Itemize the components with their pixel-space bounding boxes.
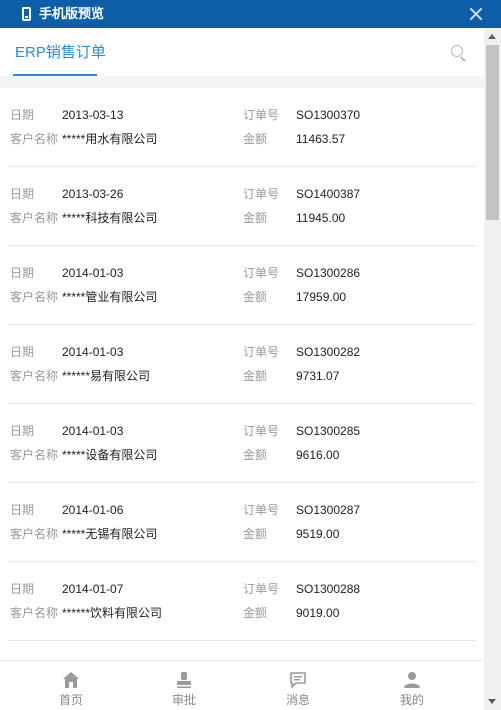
- page-header: ERP销售订单: [0, 28, 484, 76]
- date-label: 日期: [10, 108, 35, 122]
- customer-label: 客户名称: [10, 132, 59, 146]
- order-number: SO1300282: [296, 345, 361, 359]
- date-label: 日期: [10, 424, 35, 438]
- home-icon: [63, 672, 79, 688]
- order-list-item[interactable]: 日期 2013-03-13 订单号 SO1300370 客户名称 *****用水有限公司 金…: [0, 88, 484, 167]
- date-label: 日期: [10, 503, 35, 517]
- customer-label: 客户名称: [10, 369, 59, 383]
- date-label: 日期: [10, 266, 35, 280]
- order-list-item[interactable]: 日期 2014-01-07 订单号 SO1300288 客户名称 ******饮料有限公司…: [0, 562, 484, 641]
- nav-home-label: 首页: [58, 693, 83, 707]
- nav-mine-label: 我的: [399, 693, 424, 707]
- order-date: 2014-01-07: [62, 582, 124, 596]
- order-list-item[interactable]: 日期 2014-01-06 订单号 SO1300287 客户名称 *****无锡有限公司 金…: [0, 483, 484, 562]
- vertical-scrollbar[interactable]: [484, 28, 501, 710]
- customer-label: 客户名称: [10, 211, 59, 225]
- order-list: 日期 2013-03-13 订单号 SO1300370 客户名称 *****用水有限公司金…: [0, 88, 484, 641]
- order-date: 2014-01-03: [62, 266, 124, 280]
- order-list-item[interactable]: 日期 2014-01-03 订单号 SO1300286 客户名称 *****管业有限公司 金…: [0, 246, 484, 325]
- amount-label: 金额: [243, 448, 268, 462]
- window-title: 手机版预览: [39, 6, 105, 21]
- order-number: SO1300286: [296, 266, 361, 280]
- order-number: SO1300288: [296, 582, 361, 596]
- order-number: SO1300285: [296, 424, 361, 438]
- nav-approval[interactable]: 审批: [154, 661, 214, 710]
- order-number: SO1300370: [296, 108, 361, 122]
- customer-name: ******易有限公司: [62, 369, 151, 383]
- order-list-item[interactable]: 日期 2014-01-03 订单号 SO1300282 客户名称 ******易有限公司 金…: [0, 325, 484, 404]
- customer-name: *****科技有限公司: [62, 211, 158, 225]
- order-amount: 11463.57: [296, 132, 346, 146]
- order-amount: 9731.07: [296, 369, 340, 383]
- scroll-up-icon[interactable]: [488, 34, 496, 39]
- order-amount: 9616.00: [296, 448, 340, 462]
- order-date: 2014-01-06: [62, 503, 124, 517]
- date-label: 日期: [10, 345, 35, 359]
- nav-messages[interactable]: 消息: [268, 661, 328, 710]
- order-date: 2013-03-13: [62, 108, 124, 122]
- amount-label: 金额: [243, 132, 268, 146]
- nav-messages-label: 消息: [285, 693, 310, 707]
- order-no-label: 订单号: [243, 424, 280, 438]
- order-number: SO1300287: [296, 503, 361, 517]
- order-amount: 17959.00: [296, 290, 347, 304]
- customer-name: *****用水有限公司: [62, 132, 158, 146]
- order-amount: 9519.00: [296, 527, 340, 541]
- date-label: 日期: [10, 187, 35, 201]
- customer-label: 客户名称: [10, 290, 59, 304]
- order-no-label: 订单号: [243, 266, 280, 280]
- preview-window: 手机版预览 ERP销售订单 日期 2013-03-13 订单号 SO1300370 客户…: [0, 0, 501, 710]
- customer-name: *****设备有限公司: [62, 448, 158, 462]
- order-no-label: 订单号: [243, 108, 280, 122]
- customer-label: 客户名称: [10, 448, 59, 462]
- amount-label: 金额: [243, 211, 268, 225]
- order-date: 2013-03-26: [62, 187, 124, 201]
- order-no-label: 订单号: [243, 187, 280, 201]
- customer-name: *****管业有限公司: [62, 290, 158, 304]
- date-label: 日期: [10, 582, 35, 596]
- user-icon: [404, 672, 420, 688]
- order-date: 2014-01-03: [62, 345, 124, 359]
- order-amount: 11945.00: [296, 211, 346, 225]
- mobile-phone-icon: [22, 7, 31, 21]
- amount-label: 金额: [243, 606, 268, 620]
- nav-approval-label: 审批: [171, 693, 196, 707]
- order-no-label: 订单号: [243, 503, 280, 517]
- tab-erp-sales-order[interactable]: ERP销售订单: [15, 44, 106, 62]
- order-list-item[interactable]: 日期 2013-03-26 订单号 SO1400387 客户名称 *****科技有限公司 金…: [0, 167, 484, 246]
- order-no-label: 订单号: [243, 345, 280, 359]
- message-icon: [290, 672, 306, 688]
- customer-name: *****无锡有限公司: [62, 527, 158, 541]
- close-button[interactable]: [467, 5, 485, 23]
- amount-label: 金额: [243, 369, 268, 383]
- customer-label: 客户名称: [10, 606, 59, 620]
- amount-label: 金额: [243, 527, 268, 541]
- order-list-item[interactable]: 日期 2014-01-03 订单号 SO1300285 客户名称 *****设备有限公司 金…: [0, 404, 484, 483]
- row-divider: [8, 640, 476, 641]
- amount-label: 金额: [243, 290, 268, 304]
- order-number: SO1400387: [296, 187, 361, 201]
- nav-mine[interactable]: 我的: [382, 661, 442, 710]
- scroll-down-icon[interactable]: [488, 699, 496, 704]
- bottom-nav: 首页 审批 消息 我的: [0, 660, 484, 710]
- approval-stamp-icon: [177, 672, 191, 688]
- nav-home[interactable]: 首页: [41, 661, 101, 710]
- header-divider: [0, 76, 484, 88]
- scrollbar-thumb[interactable]: [486, 45, 499, 220]
- customer-name: ******饮料有限公司: [62, 606, 163, 620]
- customer-label: 客户名称: [10, 527, 59, 541]
- title-bar: 手机版预览: [0, 0, 501, 28]
- order-date: 2014-01-03: [62, 424, 124, 438]
- order-no-label: 订单号: [243, 582, 280, 596]
- search-icon[interactable]: [451, 45, 467, 62]
- order-amount: 9019.00: [296, 606, 340, 620]
